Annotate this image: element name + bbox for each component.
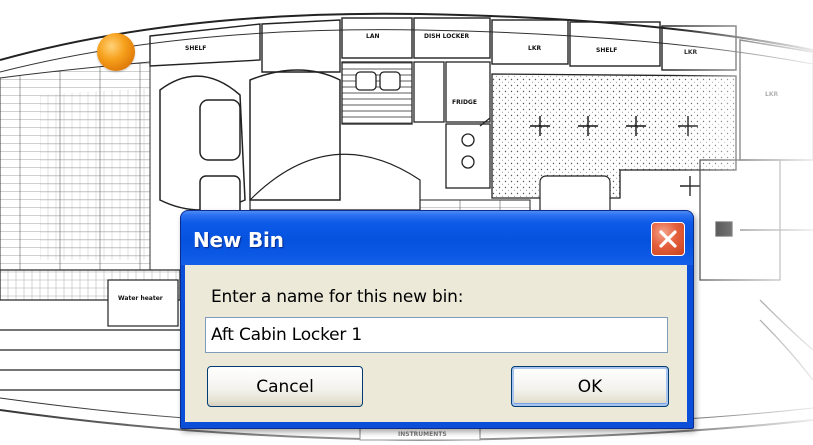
svg-text:LKR: LKR bbox=[684, 49, 697, 56]
svg-text:LKR: LKR bbox=[528, 45, 541, 52]
svg-text:Water heater: Water heater bbox=[118, 295, 163, 302]
svg-text:SHELF: SHELF bbox=[596, 47, 617, 54]
svg-text:SHELF: SHELF bbox=[185, 45, 206, 52]
close-x-icon bbox=[659, 230, 677, 248]
bin-name-prompt: Enter a name for this new bin: bbox=[211, 287, 464, 307]
screenshot-stage: LAN DISH LOCKER SHELF LKR SHELF LKR LKR bbox=[0, 0, 813, 445]
svg-text:DISH LOCKER: DISH LOCKER bbox=[424, 33, 470, 40]
location-marker-dot[interactable] bbox=[97, 33, 135, 71]
svg-text:FRIDGE: FRIDGE bbox=[452, 99, 477, 106]
close-button[interactable] bbox=[651, 222, 685, 256]
dialog-body: Enter a name for this new bin: Cancel OK bbox=[185, 265, 687, 422]
svg-text:LKR: LKR bbox=[765, 91, 778, 98]
ok-button[interactable]: OK bbox=[511, 366, 669, 407]
svg-text:INSTRUMENTS: INSTRUMENTS bbox=[398, 431, 447, 438]
dialog-titlebar[interactable]: New Bin bbox=[181, 211, 693, 265]
new-bin-dialog: New Bin Enter a name for this new bin: C… bbox=[180, 210, 694, 429]
svg-text:LAN: LAN bbox=[366, 33, 380, 40]
cancel-button[interactable]: Cancel bbox=[207, 366, 363, 407]
dialog-title: New Bin bbox=[193, 228, 284, 252]
bin-name-input[interactable] bbox=[205, 317, 668, 353]
